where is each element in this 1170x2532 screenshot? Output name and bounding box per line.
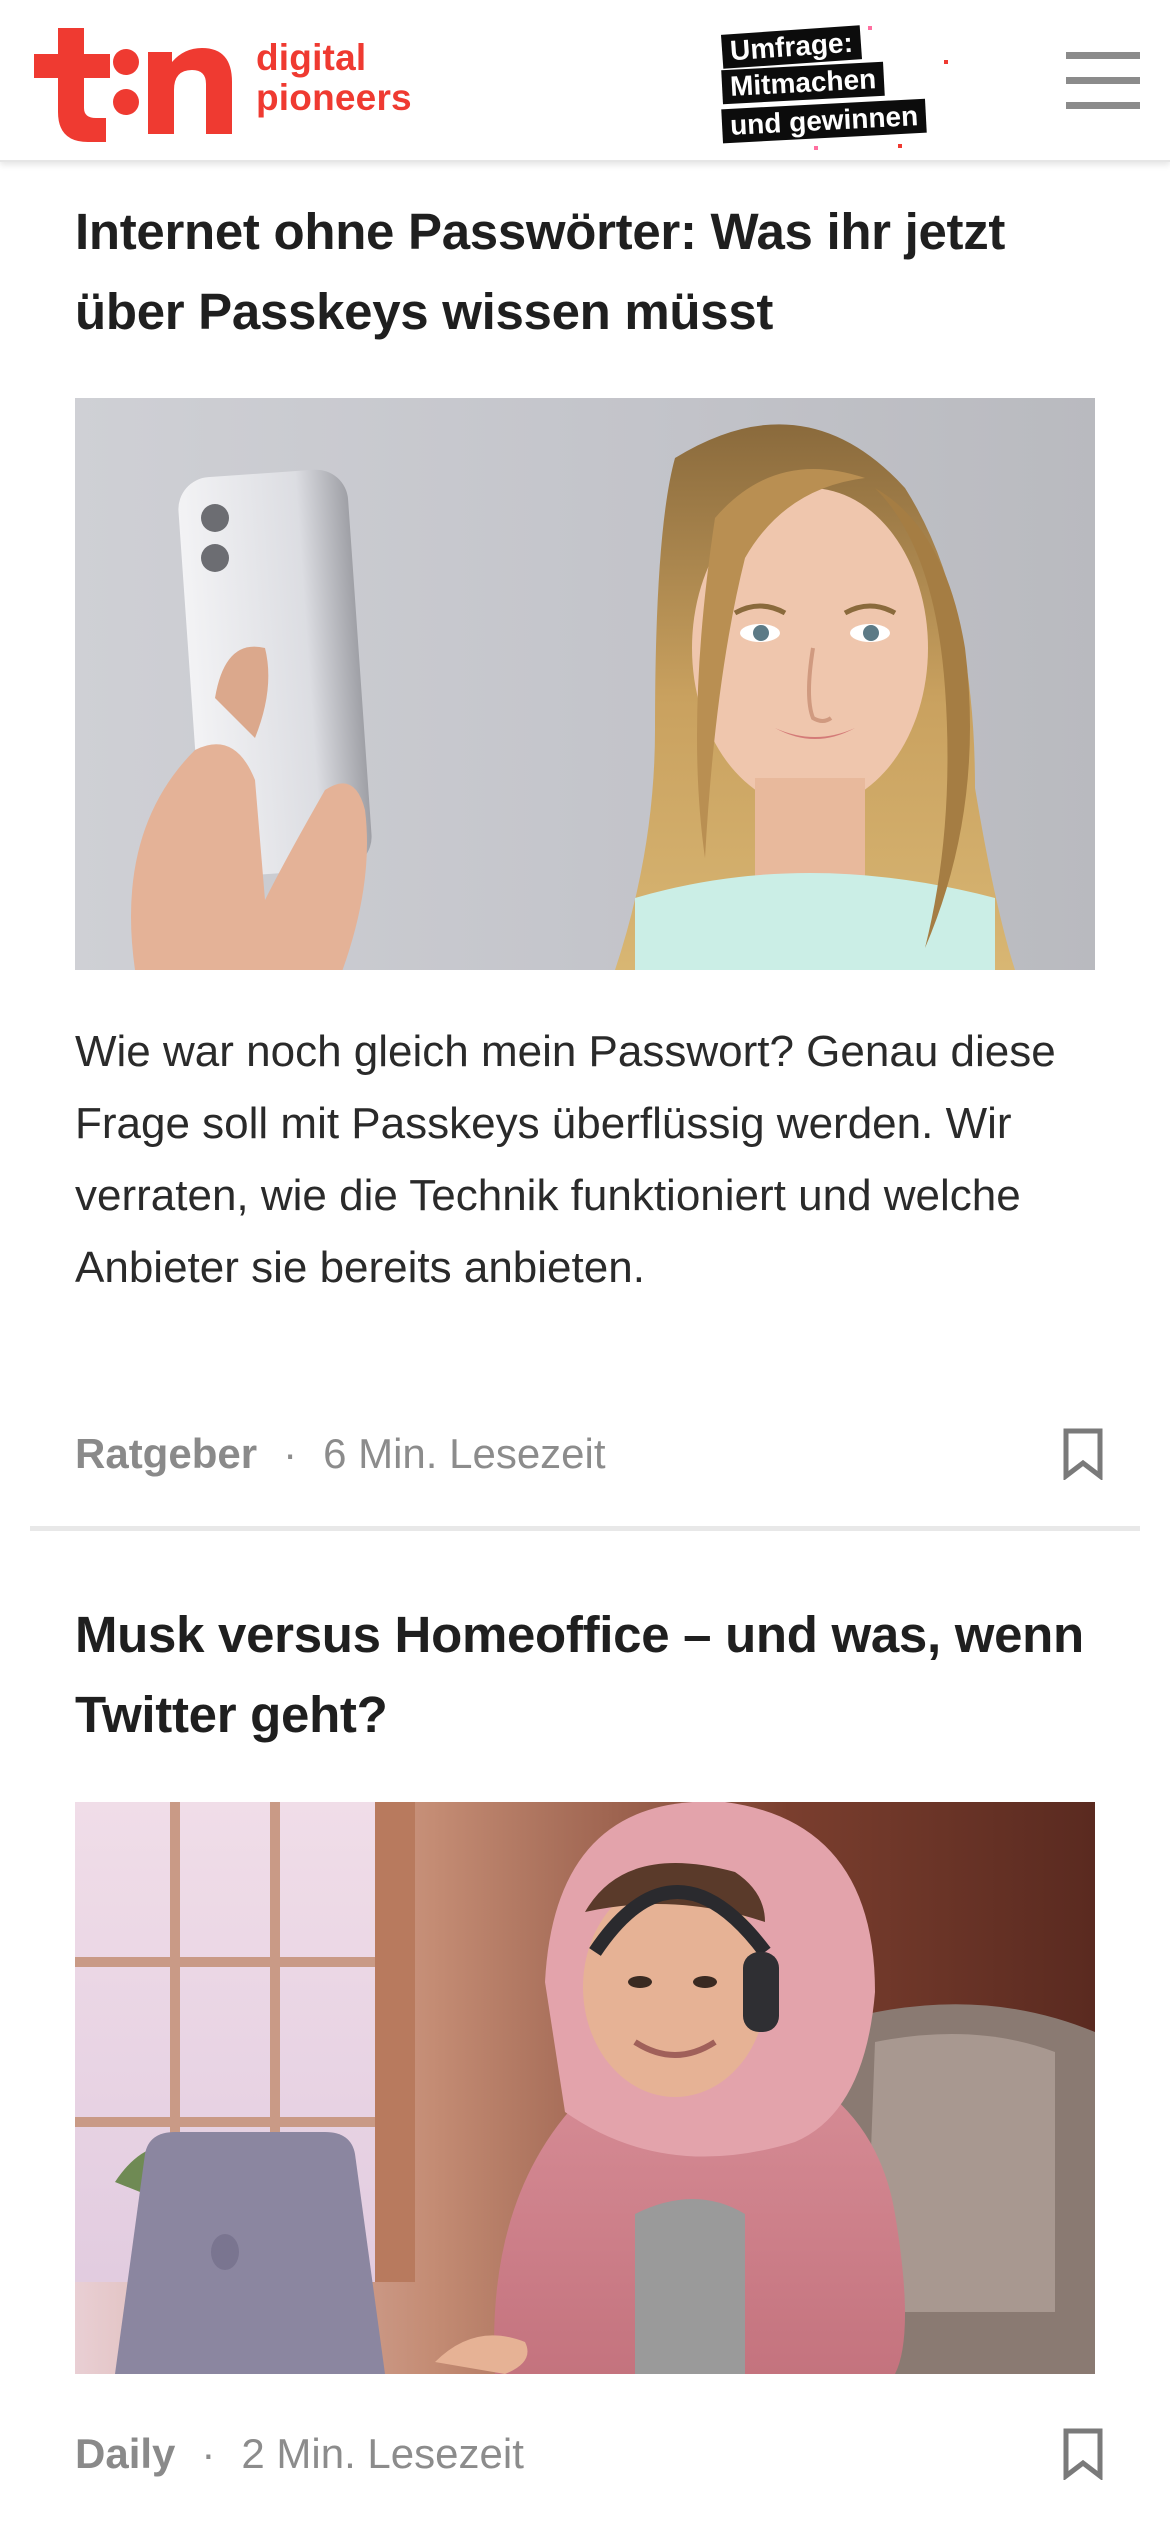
article-read-time: 6 Min. Lesezeit <box>323 1430 606 1477</box>
bookmark-icon[interactable] <box>1061 1428 1105 1482</box>
article-image[interactable] <box>75 1802 1095 2374</box>
hamburger-menu-icon[interactable] <box>1066 52 1140 110</box>
promo-confetti <box>898 144 902 148</box>
site-header: digital pioneers Umfrage: Mitmachen und … <box>0 0 1170 162</box>
meta-separator: · <box>283 1430 298 1477</box>
promo-line-1: Umfrage: <box>720 25 862 69</box>
bookmark-icon[interactable] <box>1061 2428 1105 2482</box>
promo-line-2: Mitmachen <box>721 61 886 105</box>
article-title[interactable]: Internet ohne Passwörter: Was ihr jetzt … <box>75 192 1105 352</box>
logo-line-pioneers: pioneers <box>256 77 412 118</box>
article-category-link[interactable]: Daily <box>75 2430 175 2477</box>
promo-confetti <box>944 60 948 64</box>
logo-wordmark[interactable]: digital pioneers <box>256 38 412 118</box>
promo-confetti <box>814 146 818 150</box>
article-divider <box>30 1526 1140 1531</box>
woman-holding-smartphone-photo <box>75 398 1095 970</box>
survey-promo-banner[interactable]: Umfrage: Mitmachen und gewinnen <box>718 24 954 150</box>
man-in-pink-hoodie-with-laptop-illustration <box>75 1802 1095 2374</box>
promo-line-3: und gewinnen <box>721 98 927 144</box>
t3n-logo-mark <box>34 28 232 142</box>
article-image[interactable] <box>75 398 1095 970</box>
article-read-time: 2 Min. Lesezeit <box>241 2430 524 2477</box>
meta-separator: · <box>201 2430 216 2477</box>
article-category-link[interactable]: Ratgeber <box>75 1430 257 1477</box>
article-title[interactable]: Musk versus Homeoffice – und was, wenn T… <box>75 1595 1105 1755</box>
t3n-logo[interactable] <box>28 22 238 142</box>
article-meta: Ratgeber · 6 Min. Lesezeit <box>75 1424 1105 1484</box>
logo-line-digital: digital <box>256 37 367 78</box>
article-meta: Daily · 2 Min. Lesezeit <box>75 2424 1105 2484</box>
promo-confetti <box>868 26 872 30</box>
article-teaser[interactable]: Wie war noch gleich mein Passwort? Genau… <box>75 1016 1085 1304</box>
